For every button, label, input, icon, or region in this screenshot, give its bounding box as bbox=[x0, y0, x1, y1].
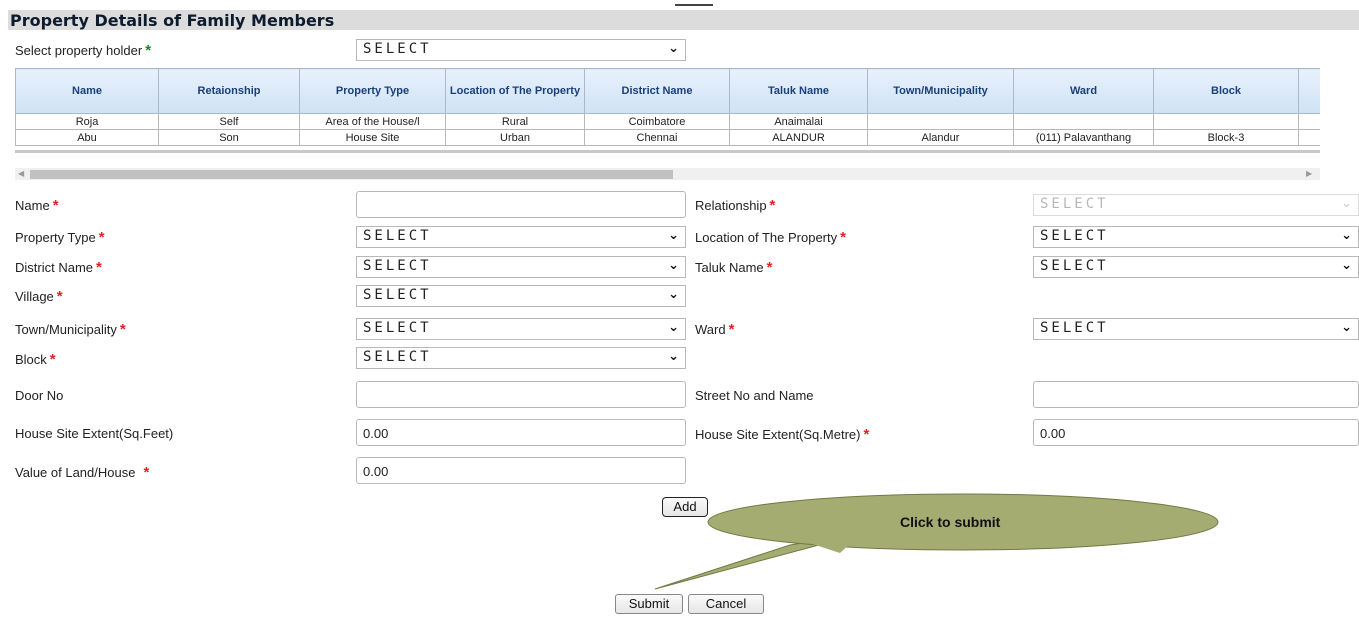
cancel-button[interactable]: Cancel bbox=[688, 594, 764, 614]
callout-text: Click to submit bbox=[900, 514, 1001, 530]
submit-button[interactable]: Submit bbox=[615, 594, 683, 614]
callout-graphic bbox=[654, 493, 1219, 590]
